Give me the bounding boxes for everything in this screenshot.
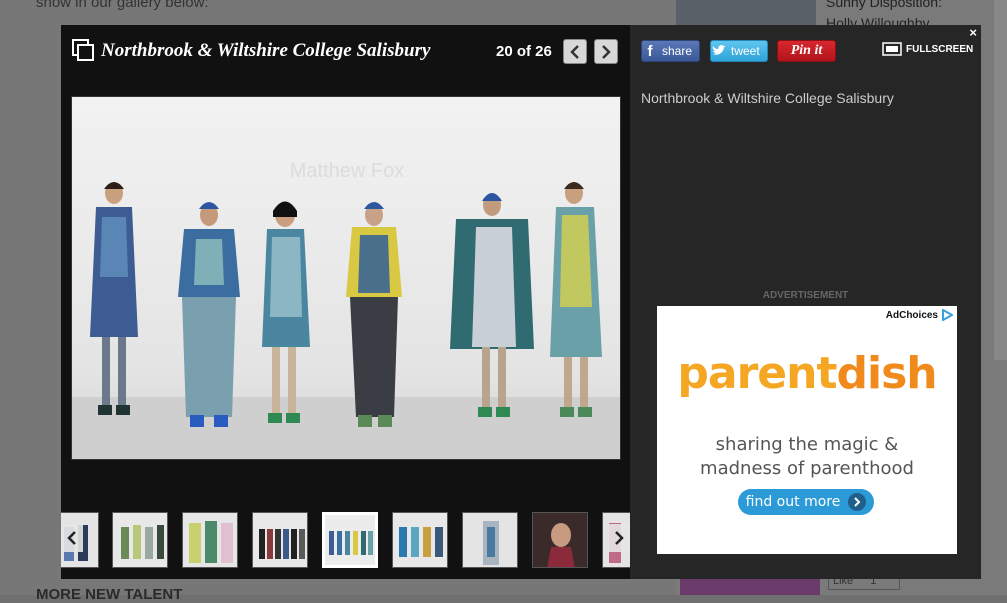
- brand-part2: dish: [836, 348, 938, 399]
- twitter-tweet-button[interactable]: tweet: [710, 40, 768, 62]
- fullscreen-icon: [882, 42, 902, 56]
- gallery-icon: [72, 39, 94, 61]
- ad-tagline: sharing the magic & madness of parenthoo…: [657, 433, 957, 481]
- thumbnail[interactable]: [252, 512, 308, 568]
- previous-slide-button[interactable]: [563, 39, 587, 64]
- thumbnails-next-button[interactable]: [608, 524, 630, 552]
- main-gallery-photo[interactable]: Matthew Fox: [71, 96, 621, 460]
- background-story-thumbnail: [676, 0, 816, 26]
- adchoices-icon: [942, 309, 953, 321]
- close-button[interactable]: ×: [969, 25, 977, 40]
- pinterest-pin-button[interactable]: Pin it: [777, 40, 836, 62]
- facebook-icon: f: [647, 42, 653, 60]
- slide-counter: 20 of 26: [496, 43, 552, 60]
- thumbnails-prev-button[interactable]: [61, 524, 83, 552]
- thumbnail[interactable]: [392, 512, 448, 568]
- advertisement-label: ADVERTISEMENT: [762, 290, 849, 301]
- arrow-right-icon: [848, 493, 867, 511]
- next-slide-button[interactable]: [594, 39, 618, 64]
- chevron-right-icon: [602, 44, 611, 59]
- parentdish-logo: parentdish: [657, 348, 957, 399]
- thumbnail-strip: [61, 510, 630, 572]
- twitter-tweet-label: tweet: [731, 44, 760, 58]
- chevron-left-icon: [570, 44, 579, 59]
- fullscreen-label: FULLSCREEN: [906, 43, 974, 55]
- ad-tagline-line1: sharing the magic &: [715, 434, 899, 455]
- photo-caption: Northbrook & Wiltshire College Salisbury: [641, 90, 894, 106]
- background-story-line1: Sunny Disposition:: [826, 0, 942, 10]
- adchoices-label: AdChoices: [885, 309, 938, 321]
- facebook-share-label: share: [662, 44, 693, 58]
- close-icon: ×: [969, 25, 977, 40]
- thumbnail-active[interactable]: [322, 512, 378, 568]
- adchoices-link[interactable]: AdChoices: [886, 309, 953, 321]
- advertisement-banner[interactable]: AdChoices parentdish sharing the magic &…: [657, 306, 957, 554]
- gallery-sidebar: f share tweet Pin it FULLSCREEN × Northb…: [630, 25, 981, 579]
- thumbnail[interactable]: [112, 512, 168, 568]
- facebook-share-button[interactable]: f share: [641, 40, 700, 62]
- model-2: [178, 202, 240, 427]
- chevron-left-icon: [67, 531, 76, 545]
- ad-tagline-line2: madness of parenthood: [700, 458, 914, 479]
- gallery-viewer: Northbrook & Wiltshire College Salisbury…: [61, 25, 630, 579]
- thumbnail[interactable]: [532, 512, 588, 568]
- thumbnail[interactable]: [182, 512, 238, 568]
- runway-photo-illustration: Matthew Fox: [72, 97, 620, 459]
- background-sketch-image: [994, 0, 1007, 360]
- twitter-bird-icon: [711, 41, 727, 61]
- find-out-more-button[interactable]: find out more: [738, 489, 874, 515]
- fullscreen-button[interactable]: FULLSCREEN: [882, 42, 973, 56]
- ad-cta-label: find out more: [745, 494, 841, 510]
- pinterest-pin-label: Pin it: [790, 43, 823, 58]
- gallery-title: Northbrook & Wiltshire College Salisbury: [101, 40, 431, 61]
- thumbnail[interactable]: [462, 512, 518, 568]
- chevron-right-icon: [615, 531, 624, 545]
- background-intro-text: show in our gallery below:: [36, 0, 209, 11]
- gallery-lightbox: Northbrook & Wiltshire College Salisbury…: [61, 25, 981, 579]
- background-thumbnail: [680, 578, 820, 595]
- photo-watermark: Matthew Fox: [290, 160, 404, 182]
- brand-part1: parent: [677, 348, 837, 399]
